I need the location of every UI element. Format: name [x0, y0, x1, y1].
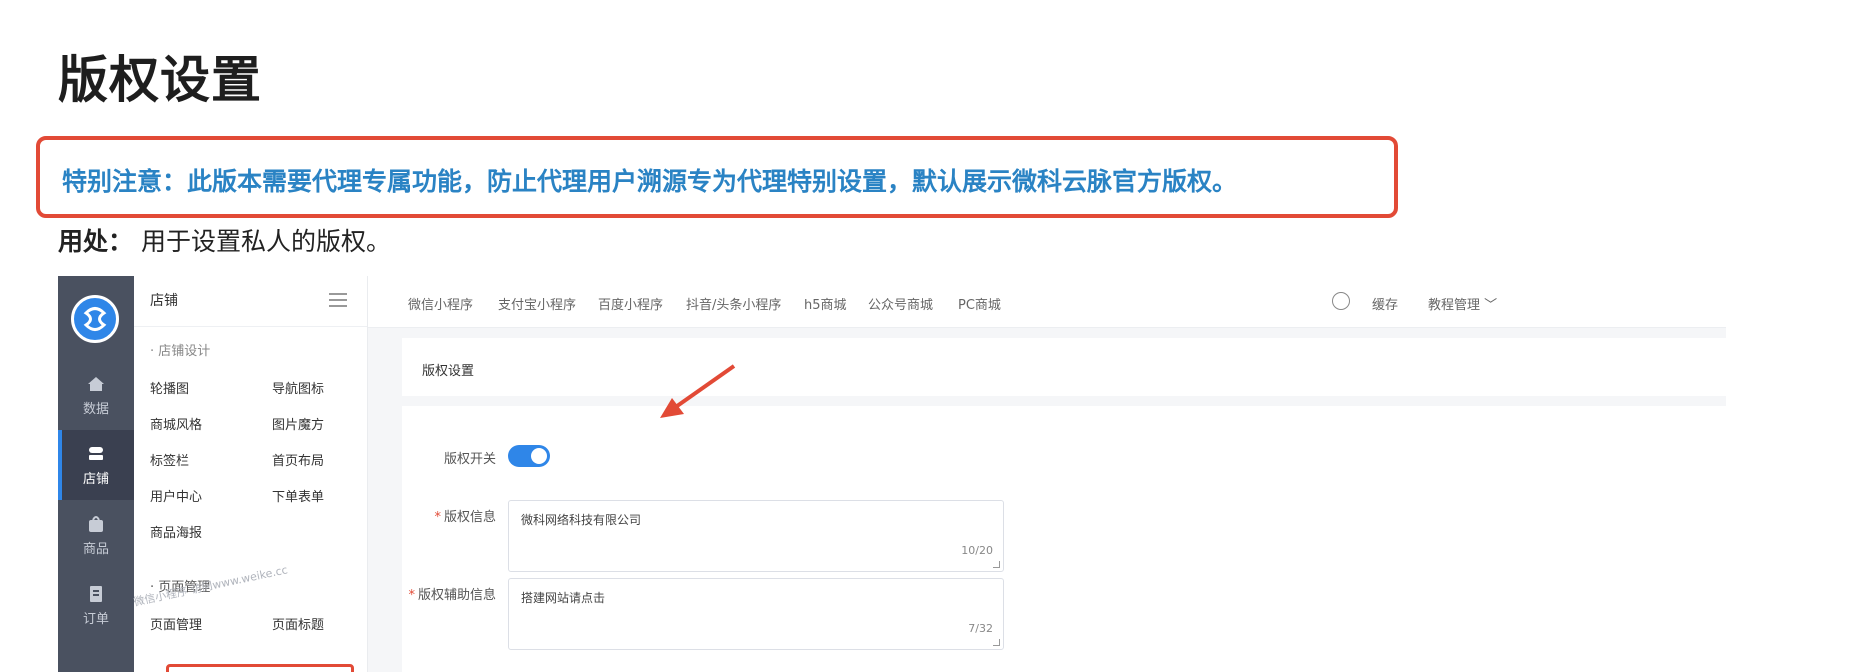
- annotation-arrow: [660, 364, 736, 418]
- notice-text: 特别注意：此版本需要代理专属功能，防止代理用户溯源专为代理特别设置，默认展示微科…: [62, 167, 1238, 196]
- highlight-box: [166, 664, 354, 672]
- usage-label: 用处：: [58, 227, 134, 256]
- usage-line: 用处： 用于设置私人的版权。: [58, 222, 391, 258]
- embedded-screenshot: 数据 店铺 商品 订单 店铺 · 店铺设计 轮播图 商城风格 标签栏 用户中心 …: [58, 276, 1726, 672]
- usage-text: 用于设置私人的版权。: [133, 227, 391, 256]
- notice-box: 特别注意：此版本需要代理专属功能，防止代理用户溯源专为代理特别设置，默认展示微科…: [36, 136, 1398, 218]
- doc-title: 版权设置: [58, 51, 262, 109]
